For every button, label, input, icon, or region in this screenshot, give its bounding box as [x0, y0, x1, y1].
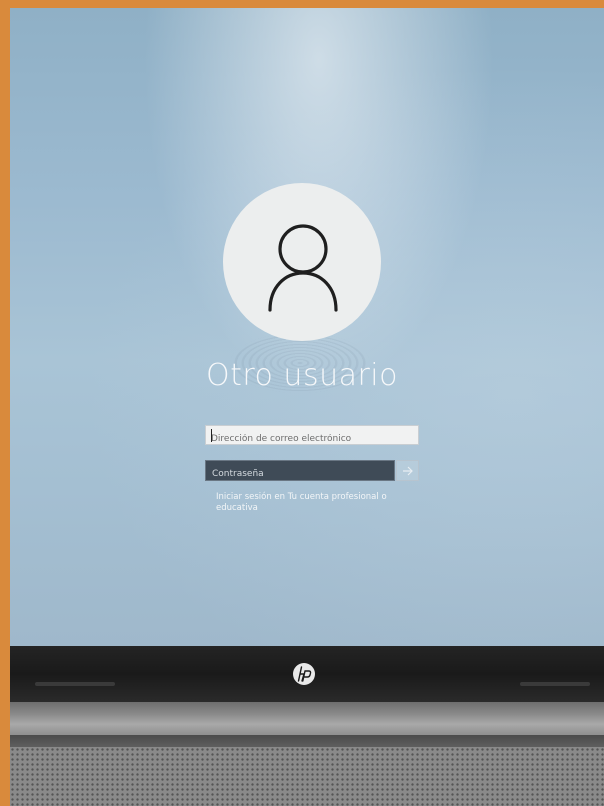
speaker-grille — [10, 747, 604, 806]
text-caret — [211, 429, 212, 442]
hp-logo — [292, 662, 316, 686]
work-school-signin-link[interactable]: Iniciar sesión en Tu cuenta profesional … — [216, 492, 416, 514]
user-avatar-icon — [268, 224, 338, 312]
password-field[interactable] — [205, 460, 395, 484]
user-name: Otro usuario — [205, 358, 398, 393]
bezel-reflection — [520, 682, 590, 686]
hinge-shadow — [10, 735, 604, 747]
arrow-right-icon — [402, 466, 413, 475]
bezel-reflection — [35, 682, 115, 686]
email-input[interactable] — [206, 430, 418, 448]
photo-frame: Otro usuario Iniciar sesión en Tu cuenta… — [0, 0, 604, 806]
password-input[interactable] — [206, 464, 394, 484]
email-field[interactable] — [205, 425, 419, 448]
user-avatar — [223, 183, 381, 341]
submit-button[interactable] — [396, 460, 419, 481]
